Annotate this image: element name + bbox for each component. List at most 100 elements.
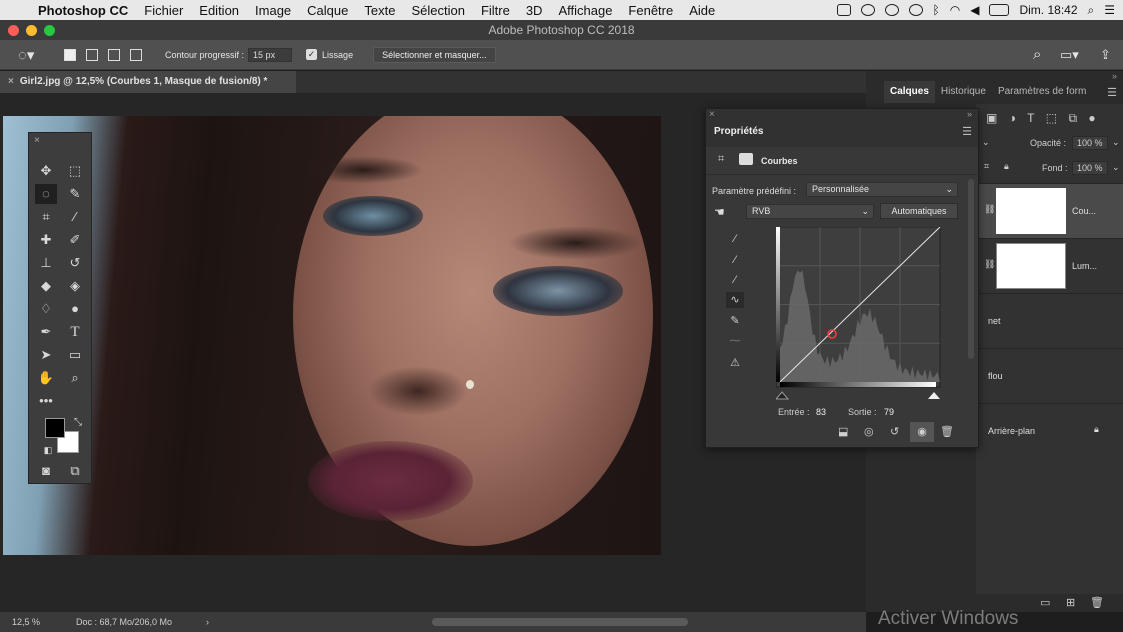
screen-record-icon[interactable] [836, 4, 851, 16]
layer-row-background[interactable]: Arrière-plan 🔒︎ [976, 403, 1123, 458]
curves-graph[interactable] [776, 227, 946, 402]
lock-all-icon[interactable]: 🔒︎ [1004, 161, 1009, 172]
intersect-selection-icon[interactable] [130, 48, 142, 61]
brush-tool-icon[interactable]: ✐ [64, 230, 86, 250]
foreground-color-swatch[interactable] [45, 418, 65, 438]
select-and-mask-button[interactable]: Sélectionner et masquer... [373, 46, 496, 63]
mask-icon[interactable] [739, 153, 753, 165]
visibility-eye-icon[interactable]: ◉ [910, 422, 934, 442]
layer-row-luminosity[interactable]: ⛓ Lum... [976, 238, 1123, 293]
share-icon[interactable]: ⇪ [1100, 47, 1111, 63]
new-selection-icon[interactable] [64, 48, 76, 61]
spotlight-search-icon[interactable]: ⌕ [1088, 3, 1095, 18]
crop-tool-icon[interactable]: ⌗ [35, 207, 57, 227]
minimize-window-button[interactable] [26, 25, 37, 36]
screen-mode-icon[interactable]: ⧉ [64, 461, 86, 481]
workspace-icon[interactable]: ▭▾ [1060, 47, 1079, 63]
marquee-tool-icon[interactable]: ⬚ [64, 161, 86, 181]
menu-app[interactable]: Photoshop CC [30, 3, 136, 18]
menu-affichage[interactable]: Affichage [550, 3, 620, 18]
menu-fenetre[interactable]: Fenêtre [620, 3, 681, 18]
tab-parametres-forme[interactable]: Paramètres de form [992, 81, 1092, 103]
more-tools-icon[interactable]: ••• [35, 391, 57, 411]
curve-points-icon[interactable]: ∿ [726, 292, 744, 308]
output-value[interactable]: 79 [884, 407, 914, 417]
layer-row-curves[interactable]: ⛓ Cou... [976, 183, 1123, 238]
bluetooth-icon[interactable]: ᛒ [933, 3, 940, 17]
filter-smart-icon[interactable]: ⧉ [1068, 111, 1077, 125]
view-previous-icon[interactable]: ◎ [864, 425, 874, 438]
horizontal-scrollbar[interactable] [432, 618, 688, 626]
layer-name[interactable]: Cou... [1072, 206, 1096, 216]
healing-brush-icon[interactable]: ✚ [35, 230, 57, 250]
menu-texte[interactable]: Texte [356, 3, 403, 18]
filter-shape-icon[interactable]: ⬚ [1046, 111, 1057, 125]
wifi-icon[interactable]: ◠ [950, 3, 960, 17]
filter-image-icon[interactable]: ▣ [986, 111, 997, 125]
status-menu-arrow[interactable]: › [206, 617, 209, 627]
auto-button[interactable]: Automatiques [880, 203, 958, 219]
default-colors-icon[interactable]: ◧ [37, 440, 59, 460]
menu-filtre[interactable]: Filtre [473, 3, 518, 18]
new-layer-icon[interactable]: ⊞ [1066, 596, 1075, 609]
type-tool-icon[interactable]: T [64, 322, 86, 342]
properties-menu-icon[interactable]: ☰ [962, 125, 972, 138]
delete-layer-icon[interactable]: 🗑︎ [1090, 596, 1104, 609]
layer-mask-thumbnail[interactable] [996, 188, 1066, 234]
search-icon[interactable]: ⌕ [1033, 46, 1041, 63]
clone-stamp-icon[interactable]: ⊥ [35, 253, 57, 273]
menu-calque[interactable]: Calque [299, 3, 356, 18]
layer-name[interactable]: flou [988, 371, 1003, 381]
sync-icon[interactable] [884, 4, 899, 16]
close-panel-icon[interactable]: × [709, 109, 715, 120]
zoom-window-button[interactable] [44, 25, 55, 36]
eraser-tool-icon[interactable]: ◆ [35, 276, 57, 296]
volume-icon[interactable]: ◀ [970, 3, 979, 17]
clock[interactable]: Dim. 18:42 [1019, 3, 1077, 17]
antialias-checkbox[interactable]: ✓ [306, 49, 318, 60]
lasso-tool-preset-icon[interactable]: ◌▾ [18, 46, 48, 64]
add-to-selection-icon[interactable] [86, 48, 98, 61]
layer-row-flou[interactable]: flou [976, 348, 1123, 403]
input-value[interactable]: 83 [816, 407, 846, 417]
preset-dropdown[interactable]: Personnalisée ⌄ [806, 182, 958, 197]
filter-type-icon[interactable]: T [1027, 111, 1034, 125]
paint-bucket-icon[interactable]: ◈ [64, 276, 86, 296]
tab-calques[interactable]: Calques [884, 81, 935, 103]
white-point-slider[interactable] [928, 392, 940, 399]
battery-icon[interactable] [989, 4, 1010, 16]
properties-scrollbar[interactable] [968, 179, 974, 359]
app-status-icon[interactable] [908, 4, 923, 16]
pencil-draw-icon[interactable]: ✎ [726, 313, 744, 329]
path-selection-icon[interactable]: ➤ [35, 345, 57, 365]
close-tab-icon[interactable]: × [8, 76, 14, 87]
opacity-input[interactable]: 100 % [1072, 136, 1108, 150]
document-tab[interactable]: × Girl2.jpg @ 12,5% (Courbes 1, Masque de… [0, 71, 296, 93]
layer-name[interactable]: net [988, 316, 1001, 326]
gray-point-eyedropper-icon[interactable]: ⁄ [726, 252, 744, 268]
delete-adjustment-icon[interactable]: 🗑︎ [940, 425, 954, 438]
tab-historique[interactable]: Historique [935, 81, 992, 103]
layer-name[interactable]: Lum... [1072, 261, 1097, 271]
history-brush-icon[interactable]: ↺ [64, 253, 86, 273]
clip-to-layer-icon[interactable]: ⬓ [838, 425, 848, 438]
lock-pixels-icon[interactable]: ⌗ [984, 161, 989, 172]
opacity-dropdown-icon[interactable]: ⌄ [1112, 137, 1120, 148]
clipping-warning-icon[interactable]: ⚠ [726, 355, 744, 371]
pen-tool-icon[interactable]: ✒ [35, 322, 57, 342]
eyedropper-tool-icon[interactable]: ⁄ [64, 207, 86, 227]
hand-tool-icon[interactable]: ✋ [35, 368, 57, 388]
swap-colors-icon[interactable]: ⤡ [67, 413, 89, 433]
menu-aide[interactable]: Aide [681, 3, 723, 18]
quick-mask-icon[interactable]: ◙ [35, 461, 57, 481]
collapse-dock-icon[interactable]: » [1112, 71, 1117, 81]
blend-mode-dropdown-arrow[interactable]: ⌄ [982, 137, 990, 148]
zoom-tool-icon[interactable]: ⌕ [64, 368, 86, 388]
menu-selection[interactable]: Sélection [403, 3, 472, 18]
channel-dropdown[interactable]: RVB ⌄ [746, 204, 874, 219]
lasso-tool-icon[interactable]: ◌ [35, 184, 57, 204]
close-tools-icon[interactable]: × [34, 135, 40, 146]
document-photo[interactable] [3, 116, 661, 555]
white-point-eyedropper-icon[interactable]: ⁄ [726, 272, 744, 288]
curves-adjustment-icon[interactable]: ⌗ [718, 153, 724, 166]
